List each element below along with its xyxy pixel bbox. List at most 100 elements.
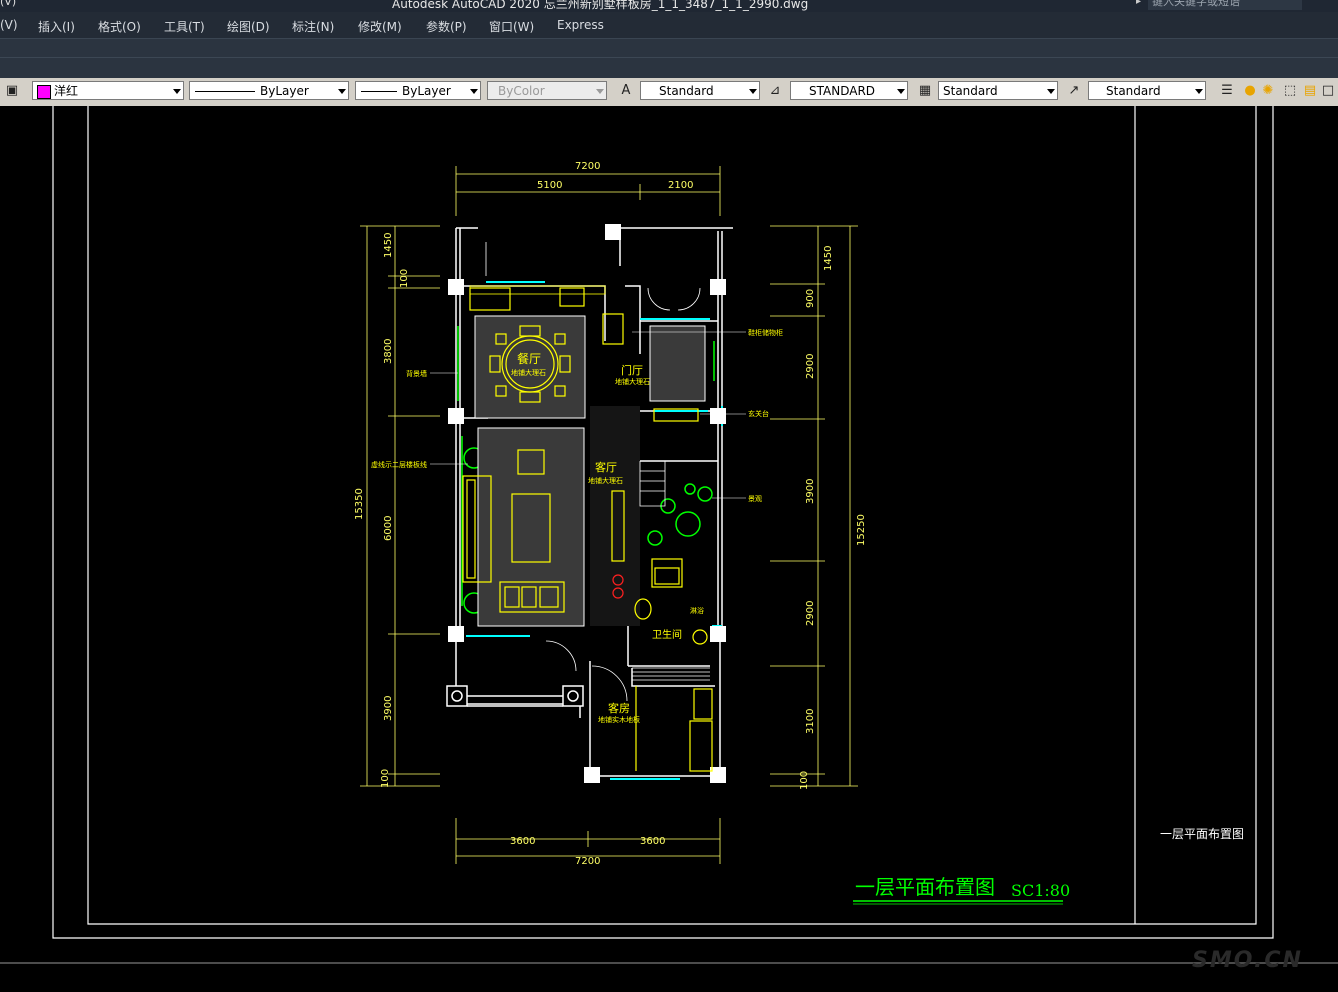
menu-item-view[interactable]: (V) [0, 18, 18, 32]
room-guest: 客房 [608, 701, 630, 715]
room-dining: 餐厅 [517, 351, 541, 366]
lineweight-value: ByLayer [402, 84, 451, 98]
dim-left-4: 6000 [383, 516, 394, 541]
chevron-down-icon [897, 89, 905, 94]
room-living: 客厅 [595, 460, 617, 474]
note-stair: 虚线示二层楼板线 [371, 460, 427, 469]
dim-right-6: 3100 [805, 709, 816, 734]
floor-hatch [469, 285, 706, 627]
dim-left-5: 3900 [383, 696, 394, 721]
chevron-down-icon [173, 89, 181, 94]
lineweight-combo[interactable]: ByLayer [355, 81, 481, 100]
dim-style-icon[interactable]: ⊿ [766, 82, 784, 100]
dim-bottom-total: 7200 [575, 856, 600, 867]
dim-left-1: 1450 [383, 233, 394, 258]
drawing-title: 一层平面布置图 [855, 875, 995, 899]
dim-right-total: 15250 [856, 514, 867, 546]
sheet-border [52, 106, 1274, 939]
dim-right-7: 100 [799, 771, 810, 790]
room-living-floor: 地铺大理石 [588, 476, 623, 485]
menu-item-tools[interactable]: 工具(T) [164, 18, 205, 35]
note-left-wall: 背景墙 [406, 369, 427, 378]
text-style-combo[interactable]: Standard [640, 81, 760, 100]
layer-freeze-icon[interactable]: ⬚ [1281, 82, 1299, 100]
quick-access-label[interactable]: (V) [0, 0, 44, 8]
dim-left-2: 100 [399, 269, 410, 288]
dim-right-1: 1450 [823, 246, 834, 271]
dim-right-5: 2900 [805, 601, 816, 626]
table-style-combo[interactable]: Standard [938, 81, 1058, 100]
match-layer-icon[interactable]: ▣ [3, 82, 21, 100]
dim-bottom-left: 3600 [510, 836, 535, 847]
linetype-combo[interactable]: ByLayer [189, 81, 349, 100]
dim-bottom-right: 3600 [640, 836, 665, 847]
text-style-value: Standard [659, 84, 714, 98]
drawing-canvas[interactable]: 7200 5100 2100 3600 3600 7200 1450 100 3… [0, 106, 1338, 962]
lineweight-preview [361, 91, 397, 92]
dim-top-right: 2100 [668, 180, 693, 191]
dim-top-total: 7200 [575, 161, 600, 172]
chevron-down-icon [749, 89, 757, 94]
linetype-value: ByLayer [260, 84, 309, 98]
note-garden: 景观 [748, 495, 762, 503]
chevron-down-icon [596, 89, 604, 94]
note-right-top: 鞋柜储物柜 [748, 328, 783, 337]
mleader-style-combo[interactable]: Standard [1088, 81, 1206, 100]
chevron-down-icon [1195, 89, 1203, 94]
menu-item-parameters[interactable]: 参数(P) [426, 18, 467, 35]
menu-bar: (V) 插入(I) 格式(O) 工具(T) 绘图(D) 标注(N) 修改(M) … [0, 12, 1338, 38]
menu-item-dimension[interactable]: 标注(N) [292, 18, 334, 35]
room-foyer-floor: 地铺大理石 [615, 377, 650, 386]
search-arrow-icon[interactable]: ▸ [1136, 0, 1141, 7]
menu-item-express[interactable]: Express [557, 18, 604, 32]
window-title: Autodesk AutoCAD 2020 忘兰州新别墅样板房_1_1_3487… [392, 0, 809, 11]
floor-plan: 7200 5100 2100 3600 3600 7200 1450 100 3… [354, 161, 867, 867]
room-bath: 卫生间 [652, 628, 682, 641]
color-combo[interactable]: 洋红 [32, 81, 184, 100]
menu-item-insert[interactable]: 插入(I) [38, 18, 75, 35]
dim-style-value: STANDARD [809, 84, 876, 98]
menu-item-modify[interactable]: 修改(M) [358, 18, 402, 35]
menu-item-format[interactable]: 格式(O) [98, 18, 141, 35]
mleader-style-icon[interactable]: ↗ [1065, 82, 1083, 100]
lock-icon[interactable]: ▤ [1301, 82, 1319, 100]
chevron-down-icon [1047, 89, 1055, 94]
chevron-down-icon [338, 89, 346, 94]
room-foyer: 门厅 [621, 363, 643, 377]
menu-item-window[interactable]: 窗口(W) [489, 18, 534, 35]
color-value: 洋红 [54, 84, 79, 98]
dim-left-total: 15350 [354, 488, 365, 520]
room-dining-floor: 地铺大理石 [511, 368, 546, 377]
layer-properties-icon[interactable]: ☰ [1218, 82, 1236, 100]
search-input[interactable]: 键入关键字或短语 [1148, 0, 1302, 10]
dim-right-3: 2900 [805, 354, 816, 379]
menu-item-draw[interactable]: 绘图(D) [227, 18, 270, 35]
status-line [0, 962, 1338, 992]
plotstyle-value: ByColor [498, 84, 545, 98]
room-guest-floor: 地铺实木地板 [598, 715, 640, 724]
drawing-scale: SC1:80 [1011, 881, 1070, 900]
dim-top-left: 5100 [537, 180, 562, 191]
color-square-icon[interactable]: □ [1319, 82, 1337, 100]
chevron-down-icon [470, 89, 478, 94]
dim-style-combo[interactable]: STANDARD [790, 81, 908, 100]
ribbon-strip [0, 38, 1338, 79]
watermark: SMO.CN [1192, 948, 1303, 973]
color-swatch [37, 85, 51, 99]
mleader-style-value: Standard [1106, 84, 1161, 98]
dim-left-6: 100 [380, 769, 391, 788]
sun-icon[interactable]: ✺ [1259, 82, 1277, 100]
bulb-icon[interactable]: ● [1241, 82, 1259, 100]
dim-left-3: 3800 [383, 339, 394, 364]
note-bath-item: 淋浴 [690, 606, 704, 615]
properties-toolbar: ▣ 洋红 ByLayer ByLayer ByColor A Standard … [0, 78, 1338, 107]
linetype-preview [195, 91, 255, 92]
titleblock-label: 一层平面布置图 [1160, 827, 1244, 841]
table-style-icon[interactable]: ▦ [916, 82, 934, 100]
table-style-value: Standard [943, 84, 998, 98]
title-bar: (V) Autodesk AutoCAD 2020 忘兰州新别墅样板房_1_1_… [0, 0, 1338, 12]
ribbon-divider [0, 57, 1338, 58]
text-style-icon[interactable]: A [617, 82, 635, 100]
dim-right-2: 900 [805, 289, 816, 308]
drawing-svg[interactable]: 7200 5100 2100 3600 3600 7200 1450 100 3… [0, 106, 1338, 962]
